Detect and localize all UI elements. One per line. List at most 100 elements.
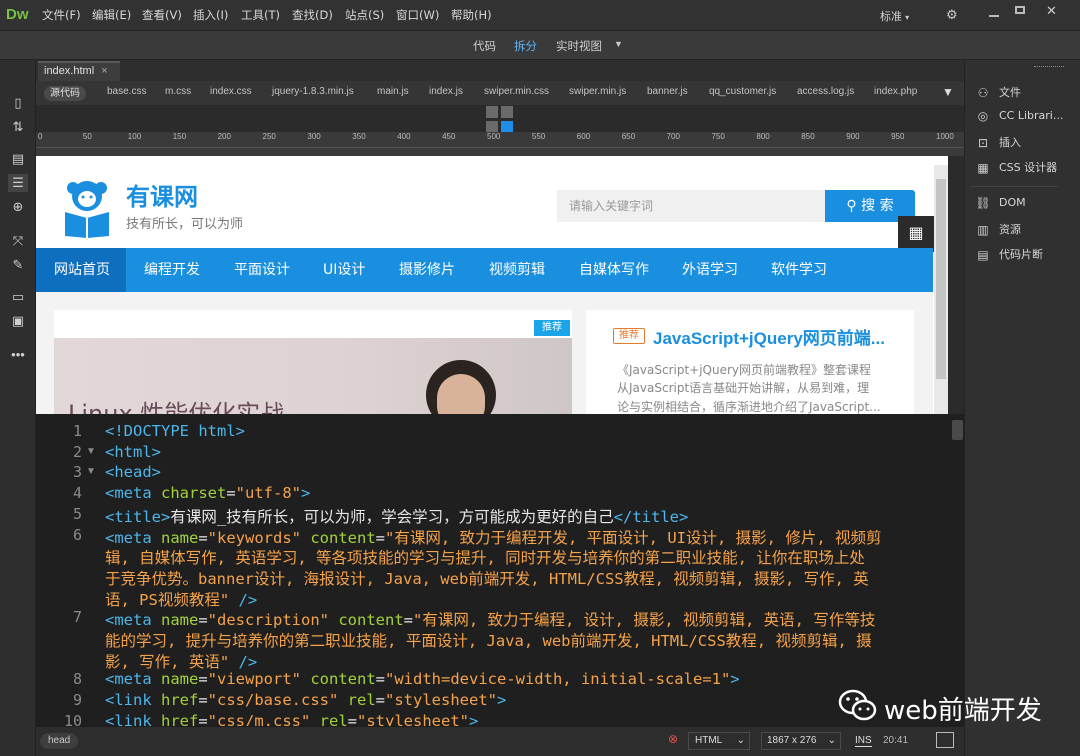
fold-arrow-icon[interactable]: ▼ (86, 446, 96, 457)
chevron-down-icon[interactable]: ▼ (614, 39, 623, 49)
code-line[interactable]: 于竞争优势。banner设计, 海报设计, Java, web前端开发, HTM… (105, 567, 869, 589)
comment-icon[interactable]: ▭ (8, 288, 28, 306)
nav-programming[interactable]: 编程开发 (144, 248, 200, 292)
search-input[interactable]: 请输入关键字词 (557, 190, 825, 222)
menu-window[interactable]: 窗口(W) (396, 0, 439, 31)
code-line[interactable]: <meta charset="utf-8"> (105, 484, 310, 502)
target-icon[interactable]: ⊕ (8, 198, 28, 216)
related-file[interactable]: banner.js (647, 86, 688, 97)
inspect-icon[interactable]: ▤ (8, 150, 28, 168)
file-icon[interactable]: ▯ (8, 94, 28, 112)
course-card[interactable]: 推荐 JavaScript+jQuery网页前端... 《JavaScript+… (586, 310, 914, 414)
panel-cc-libraries[interactable]: ◎ CC Librari... (975, 109, 1075, 129)
nav-ui-design[interactable]: UI设计 (323, 248, 365, 292)
insert-mode[interactable]: INS (855, 735, 872, 747)
source-code-button[interactable]: 源代码 (44, 86, 86, 101)
nav-video[interactable]: 视频剪辑 (489, 248, 545, 292)
menu-help[interactable]: 帮助(H) (451, 0, 492, 31)
nav-photo[interactable]: 摄影修片 (399, 248, 455, 292)
menu-file[interactable]: 文件(F) (42, 0, 81, 31)
panel-assets[interactable]: ▥ 资源 (975, 221, 1075, 241)
live-view[interactable]: 有课网 技有所长，可以为师 请输入关键字词 ⚲ 搜 索 ▦ 网站首页 编程开发 … (36, 156, 948, 414)
code-line[interactable]: <link href="css/m.css" rel="stylesheet"> (105, 712, 478, 726)
code-line[interactable]: <title>有课网_技有所长，可以为师，学会学习，方可能成为更好的自己</ti… (105, 505, 688, 527)
banner-card[interactable]: 推荐 Linux 性能优化实战 (54, 310, 572, 414)
nav-home[interactable]: 网站首页 (54, 248, 110, 292)
related-file[interactable]: index.css (210, 86, 252, 97)
image-icon[interactable]: ▣ (8, 312, 28, 330)
nav-language[interactable]: 外语学习 (682, 248, 738, 292)
maximize-icon[interactable] (1015, 6, 1025, 14)
code-line[interactable]: <html> (105, 443, 161, 461)
panel-insert[interactable]: ⊡ 插入 (975, 134, 1075, 154)
window-size-select[interactable]: 1867 x 276 ⌄ (761, 732, 841, 750)
sort-icon[interactable]: ⇅ (8, 118, 28, 136)
menu-site[interactable]: 站点(S) (345, 0, 384, 31)
view-live-button[interactable]: 实时视图 (556, 38, 602, 54)
related-file[interactable]: index.js (429, 86, 463, 97)
code-line[interactable]: <!DOCTYPE html> (105, 422, 245, 440)
viewport-size-icon[interactable] (486, 106, 516, 134)
live-view-scrollbar[interactable] (934, 165, 948, 414)
minimize-icon[interactable] (989, 7, 999, 17)
format-icon[interactable]: ☰ (8, 174, 28, 192)
nav-graphic-design[interactable]: 平面设计 (234, 248, 290, 292)
code-line[interactable]: 影, 写作, 英语" /> (105, 650, 257, 672)
code-line[interactable]: 语, PS视频教程" /> (105, 588, 257, 610)
related-file[interactable]: qq_customer.js (709, 86, 776, 97)
status-bar: head ⊗ HTML ⌄ 1867 x 276 ⌄ INS 20:41 (36, 726, 964, 756)
menu-tools[interactable]: 工具(T) (241, 0, 280, 31)
menu-find[interactable]: 查找(D) (292, 0, 333, 31)
menu-edit[interactable]: 编辑(E) (92, 0, 131, 31)
panel-dom[interactable]: ⛓ DOM (975, 196, 1075, 216)
code-token: <!DOCTYPE html> (105, 422, 245, 440)
menu-view[interactable]: 查看(V) (142, 0, 182, 31)
view-split-button[interactable]: 拆分 (514, 38, 537, 54)
nav-media-writing[interactable]: 自媒体写作 (579, 248, 649, 292)
brush-icon[interactable]: ✎ (8, 256, 28, 274)
nav-software[interactable]: 软件学习 (771, 248, 827, 292)
grid-menu-icon[interactable]: ▦ (898, 216, 934, 252)
code-line[interactable]: 辑, 自媒体写作, 英语学习, 等各项技能的学习与提升, 同时开发与培养你的第二… (105, 546, 865, 568)
code-line[interactable]: <meta name="description" content="有课网, 致… (105, 608, 875, 630)
code-scrollbar[interactable] (952, 420, 963, 440)
fold-arrow-icon[interactable]: ▼ (86, 466, 96, 477)
related-file[interactable]: main.js (377, 86, 409, 97)
view-code-button[interactable]: 代码 (473, 38, 496, 54)
code-editor[interactable]: 1 <!DOCTYPE html> 2 ▼ <html> 3 ▼ <head> 4 <meta c… (36, 414, 964, 726)
code-line[interactable]: <link href="css/base.css" rel="styleshee… (105, 691, 506, 709)
error-icon[interactable]: ⊗ (668, 732, 678, 746)
preview-icon[interactable] (936, 732, 954, 748)
course-title[interactable]: JavaScript+jQuery网页前端... (653, 324, 885, 349)
code-token: > (468, 711, 479, 726)
code-token: <meta (105, 528, 161, 547)
code-line[interactable]: <meta name="keywords" content="有课网, 致力于编… (105, 526, 881, 548)
close-icon[interactable]: × (101, 65, 107, 77)
code-token: = (198, 670, 208, 689)
related-file[interactable]: base.css (107, 86, 146, 97)
expand-icon[interactable]: ⤧ (8, 232, 28, 250)
close-icon[interactable]: ✕ (1046, 3, 1057, 19)
panel-snippets[interactable]: ▤ 代码片断 (975, 246, 1075, 266)
related-file[interactable]: swiper.min.js (569, 86, 626, 97)
menu-insert[interactable]: 插入(I) (193, 0, 228, 31)
tag-selector[interactable]: head (40, 733, 79, 749)
related-file[interactable]: jquery-1.8.3.min.js (272, 86, 354, 97)
code-line[interactable]: 能的学习, 提升与培养你的第二职业技能, 平面设计, Java, web前端开发… (105, 629, 872, 651)
more-icon[interactable]: ••• (8, 346, 28, 364)
filter-icon[interactable]: ▼ (942, 85, 954, 99)
tab-index-html[interactable]: index.html × (38, 61, 120, 81)
panel-grip[interactable] (1034, 66, 1064, 68)
sync-settings-icon[interactable]: ⚙ (946, 7, 958, 23)
document-type-select[interactable]: HTML ⌄ (688, 732, 750, 750)
panel-css-designer[interactable]: ▦ CSS 设计器 (975, 159, 1075, 179)
related-file[interactable]: access.log.js (797, 86, 854, 97)
code-line[interactable]: <meta name="viewport" content="width=dev… (105, 670, 740, 688)
related-file[interactable]: index.php (874, 86, 917, 97)
related-file[interactable]: m.css (165, 86, 191, 97)
workspace-selector[interactable]: 标准 ▾ (880, 8, 909, 24)
related-file[interactable]: swiper.min.css (484, 86, 549, 97)
code-token: "stylesheet" (357, 711, 469, 726)
code-line[interactable]: <head> (105, 463, 161, 481)
panel-files[interactable]: ⚇ 文件 (975, 84, 1075, 104)
